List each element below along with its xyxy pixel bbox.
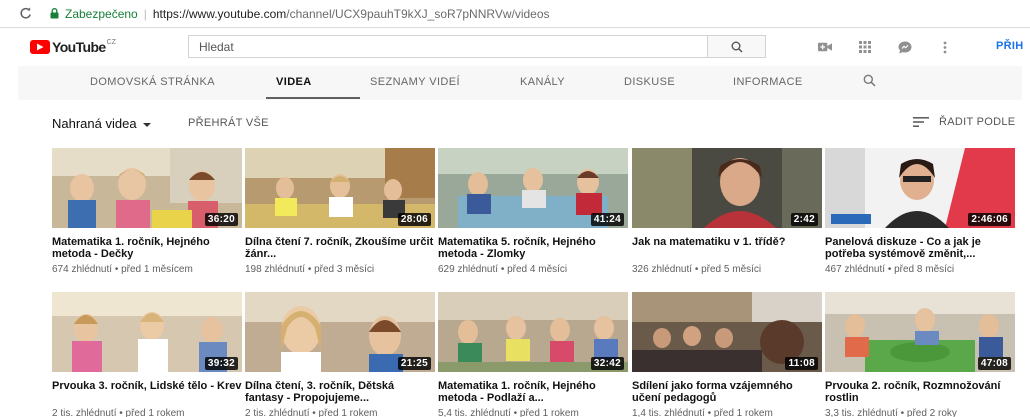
video-meta: 3,3 tis. zhlédnutí • před 2 roky (825, 408, 957, 417)
video-card[interactable]: 21:25 Dílna čtení, 3. ročník, Dětská fan… (245, 292, 435, 417)
youtube-logo[interactable]: YouTube CZ (30, 39, 116, 55)
video-card[interactable]: 47:08 Prvouka 2. ročník, Rozmnožování ro… (825, 292, 1015, 417)
channel-search-button[interactable] (863, 74, 876, 92)
video-meta: 1,4 tis. zhlédnutí • před 1 rokem (632, 408, 773, 417)
video-title[interactable]: Jak na matematiku v 1. třídě? (632, 236, 822, 260)
video-thumbnail[interactable]: 21:25 (245, 292, 435, 372)
search-button[interactable] (707, 36, 765, 57)
upload-video-icon[interactable] (818, 40, 832, 54)
video-title[interactable]: Dílna čtení 7. ročník, Zkoušíme určit žá… (245, 236, 435, 260)
play-all-button[interactable]: PŘEHRÁT VŠE (188, 117, 269, 129)
tab-discussion[interactable]: DISKUSE (624, 76, 675, 88)
video-duration: 36:20 (204, 213, 238, 226)
video-card[interactable]: 32:42 Matematika 1. ročník, Hejného meto… (438, 292, 628, 417)
video-meta: 2 tis. zhlédnutí • před 1 rokem (245, 408, 378, 417)
logo-text: YouTube (52, 39, 106, 55)
video-duration: 32:42 (590, 357, 624, 370)
address-separator: | (143, 6, 147, 21)
video-card[interactable]: 39:32 Prvouka 3. ročník, Lidské tělo - K… (52, 292, 242, 417)
lock-icon (50, 8, 60, 20)
search-input[interactable] (189, 36, 707, 57)
video-meta: 467 zhlédnutí • před 8 měsíci (825, 264, 955, 275)
video-title[interactable]: Matematika 1. ročník, Hejného metoda - D… (52, 236, 242, 260)
browser-address-bar[interactable]: Zabezpečeno | https://www.youtube.com /c… (0, 0, 1030, 28)
video-meta: 2 tis. zhlédnutí • před 1 rokem (52, 408, 185, 417)
video-title[interactable]: Panelová diskuze - Co a jak je potřeba s… (825, 236, 1015, 260)
apps-grid-icon[interactable] (858, 40, 872, 54)
logo-region: CZ (106, 39, 116, 46)
video-thumbnail[interactable]: 2:42 (632, 148, 822, 228)
video-duration: 2:42 (790, 213, 818, 226)
video-thumbnail[interactable]: 2:46:06 (825, 148, 1015, 228)
video-title[interactable]: Prvouka 2. ročník, Rozmnožování rostlin (825, 380, 1015, 404)
video-title[interactable]: Matematika 5. ročník, Hejného metoda - Z… (438, 236, 628, 260)
video-card[interactable]: 41:24 Matematika 5. ročník, Hejného meto… (438, 148, 628, 275)
chevron-down-icon (142, 122, 151, 127)
video-title[interactable]: Sdílení jako forma vzájemného učení peda… (632, 380, 822, 404)
video-duration: 2:46:06 (968, 213, 1011, 226)
tab-videos[interactable]: VIDEA (276, 76, 312, 88)
video-duration: 28:06 (397, 213, 431, 226)
tab-home[interactable]: DOMOVSKÁ STRÁNKA (90, 76, 215, 88)
video-meta: 198 zhlédnutí • před 3 měsíci (245, 264, 375, 275)
sort-by-label: ŘADIT PODLE (939, 116, 1016, 128)
sort-icon (913, 117, 929, 127)
video-thumbnail[interactable]: 36:20 (52, 148, 242, 228)
play-logo-icon (30, 40, 50, 54)
search-box (188, 35, 766, 58)
video-duration: 39:32 (204, 357, 238, 370)
video-thumbnail[interactable]: 47:08 (825, 292, 1015, 372)
video-thumbnail[interactable]: 41:24 (438, 148, 628, 228)
sort-by-button[interactable]: ŘADIT PODLE (913, 116, 1015, 128)
video-thumbnail[interactable]: 32:42 (438, 292, 628, 372)
video-duration: 11:08 (785, 357, 818, 370)
active-tab-indicator (266, 97, 360, 99)
uploads-dropdown[interactable]: Nahraná videa (52, 116, 151, 131)
more-vert-icon[interactable] (938, 40, 952, 54)
secure-label: Zabezpečeno (65, 6, 138, 21)
reload-icon[interactable] (18, 7, 32, 21)
tab-channels[interactable]: KANÁLY (520, 76, 565, 88)
youtube-masthead: YouTube CZ PŘIH (0, 28, 1030, 66)
signin-button[interactable]: PŘIH (996, 40, 1023, 52)
tab-about[interactable]: INFORMACE (733, 76, 803, 88)
video-meta: 5,4 tis. zhlédnutí • před 1 rokem (438, 408, 579, 417)
video-title[interactable]: Matematika 1. ročník, Hejného metoda - P… (438, 380, 628, 404)
messages-icon[interactable] (898, 40, 912, 54)
video-thumbnail[interactable]: 11:08 (632, 292, 822, 372)
video-card[interactable]: 2:46:06 Panelová diskuze - Co a jak je p… (825, 148, 1015, 275)
search-icon (731, 41, 743, 53)
url-host[interactable]: https://www.youtube.com (153, 7, 286, 21)
video-duration: 47:08 (977, 357, 1011, 370)
uploads-dropdown-label: Nahraná videa (52, 116, 137, 131)
video-card[interactable]: 28:06 Dílna čtení 7. ročník, Zkoušíme ur… (245, 148, 435, 275)
video-title[interactable]: Prvouka 3. ročník, Lidské tělo - Krev (52, 380, 242, 404)
video-meta: 629 zhlédnutí • před 4 měsíci (438, 264, 568, 275)
video-card[interactable]: 11:08 Sdílení jako forma vzájemného učen… (632, 292, 822, 417)
video-card[interactable]: 2:42 Jak na matematiku v 1. třídě? 326 z… (632, 148, 822, 275)
url-path[interactable]: /channel/UCX9pauhT9kXJ_soR7pNNRVw/videos (286, 7, 549, 21)
tab-playlists[interactable]: SEZNAMY VIDEÍ (370, 76, 460, 88)
video-meta: 674 zhlédnutí • před 1 měsícem (52, 264, 193, 275)
video-card[interactable]: 36:20 Matematika 1. ročník, Hejného meto… (52, 148, 242, 275)
video-title[interactable]: Dílna čtení, 3. ročník, Dětská fantasy -… (245, 380, 435, 404)
video-duration: 21:25 (397, 357, 431, 370)
video-thumbnail[interactable]: 28:06 (245, 148, 435, 228)
masthead-icons (818, 40, 978, 54)
video-meta: 326 zhlédnutí • před 5 měsíci (632, 264, 762, 275)
search-icon (863, 74, 876, 87)
channel-tabs: DOMOVSKÁ STRÁNKA VIDEA SEZNAMY VIDEÍ KAN… (18, 66, 1022, 100)
video-thumbnail[interactable]: 39:32 (52, 292, 242, 372)
video-duration: 41:24 (590, 213, 624, 226)
